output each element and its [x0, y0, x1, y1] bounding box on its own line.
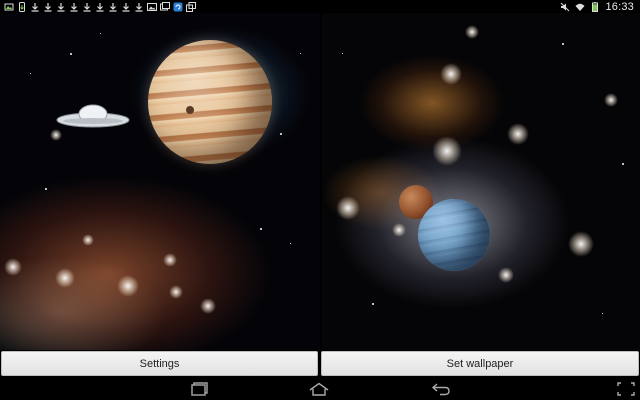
bright-star [507, 123, 529, 145]
image-icon [147, 1, 157, 12]
back-icon [431, 382, 450, 395]
jupiter-planet [148, 40, 272, 164]
ufo-sprite [56, 104, 130, 128]
bright-star [432, 136, 462, 166]
system-icons: 16:33 [560, 0, 640, 13]
bright-star [604, 93, 618, 107]
settings-button[interactable]: Settings [1, 351, 318, 376]
status-bar: 16:33 [0, 0, 640, 13]
bright-star [498, 267, 514, 283]
bright-star [200, 298, 216, 314]
battery-icon [590, 1, 600, 12]
mute-icon [560, 1, 570, 12]
gallery-icon [160, 1, 170, 12]
bright-star [163, 253, 177, 267]
phone-update-icon [17, 1, 27, 12]
wifi-icon [575, 1, 585, 12]
star [372, 303, 374, 305]
recent-apps-icon [191, 381, 208, 396]
bright-star [440, 63, 462, 85]
bright-star [55, 268, 75, 288]
star [70, 53, 72, 55]
blue-planet [418, 199, 490, 271]
bright-star [169, 285, 183, 299]
star [562, 43, 564, 45]
back-button[interactable] [429, 380, 453, 397]
home-button[interactable] [307, 380, 331, 397]
download-icon [134, 1, 144, 12]
preview-left-pane [0, 13, 320, 350]
star [260, 228, 262, 230]
star [602, 313, 603, 314]
star [100, 33, 101, 34]
download-icon [121, 1, 131, 12]
navigation-bar [0, 377, 640, 400]
copy-icon [186, 1, 196, 12]
wallpaper-picker-icon [4, 1, 14, 12]
download-icon [95, 1, 105, 12]
star [300, 53, 301, 54]
bright-star [568, 231, 594, 257]
download-icon [43, 1, 53, 12]
star [45, 188, 47, 190]
star [290, 243, 291, 244]
moon [186, 106, 194, 114]
home-icon [309, 382, 329, 396]
bright-star [4, 258, 22, 276]
bright-star [50, 129, 62, 141]
download-icon [30, 1, 40, 12]
preview-button-bar: Settings Set wallpaper [0, 350, 640, 377]
notification-icons [0, 0, 196, 13]
screenshot-icon [617, 381, 635, 396]
bright-star [82, 234, 94, 246]
download-icon [56, 1, 66, 12]
star [622, 163, 624, 165]
star [342, 53, 343, 54]
bright-star [392, 223, 406, 237]
wallpaper-preview[interactable] [0, 13, 640, 350]
set-wallpaper-button[interactable]: Set wallpaper [321, 351, 639, 376]
download-icon [69, 1, 79, 12]
preview-right-pane [322, 13, 640, 350]
bright-star [465, 25, 479, 39]
download-icon [108, 1, 118, 12]
download-icon [82, 1, 92, 12]
screenshot-button[interactable] [614, 380, 638, 397]
sync-icon [173, 1, 183, 12]
bright-star [117, 275, 139, 297]
bright-star [336, 196, 360, 220]
recent-apps-button[interactable] [188, 380, 212, 397]
star [280, 133, 282, 135]
star [30, 73, 31, 74]
clock: 16:33 [605, 0, 634, 13]
